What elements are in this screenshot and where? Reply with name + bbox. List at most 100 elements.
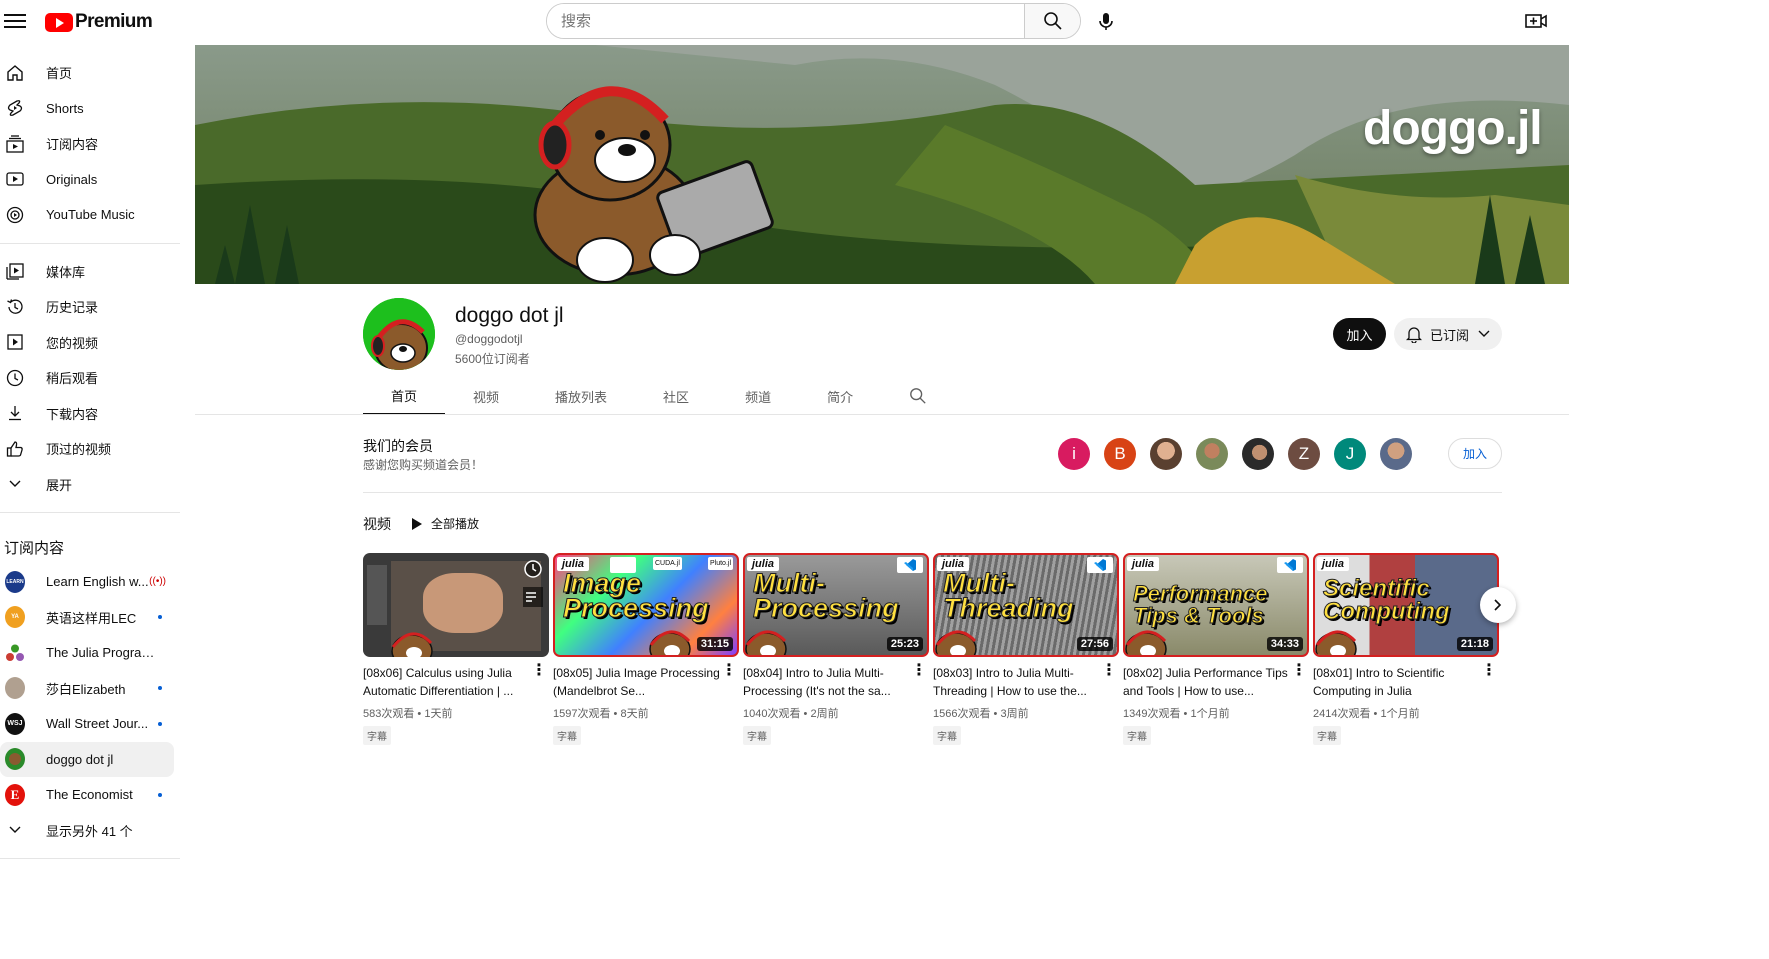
sidebar-subscription-doggo[interactable]: doggo dot jl: [0, 741, 174, 777]
video-card[interactable]: julia Multi- Threading 27:56 [08x03] Int…: [933, 553, 1119, 745]
sidebar-subscription-learn-english[interactable]: LEARN Learn English w... ((•)): [0, 564, 174, 600]
more-options-icon[interactable]: ⋮: [1101, 663, 1117, 700]
chevron-right-icon: [1494, 599, 1502, 611]
tab-channels[interactable]: 频道: [717, 377, 799, 415]
sidebar-item-label: Originals: [46, 171, 98, 187]
channel-avatar[interactable]: [363, 298, 435, 370]
sidebar-item-downloads[interactable]: 下载内容: [0, 396, 174, 432]
sidebar-item-label: 历史记录: [46, 300, 99, 316]
video-card[interactable]: julia CUDA.jl Pluto.jl Image Processing …: [553, 553, 739, 745]
upload-age: 8天前: [620, 708, 649, 720]
sidebar-item-history[interactable]: 历史记录: [0, 289, 174, 325]
shorts-icon: [5, 98, 25, 118]
more-options-icon[interactable]: ⋮: [1291, 663, 1307, 700]
video-thumbnail[interactable]: julia Scientific Computing 21:18: [1313, 553, 1499, 657]
play-all-button[interactable]: 全部播放: [411, 515, 479, 532]
sidebar-item-shorts[interactable]: Shorts: [0, 91, 174, 127]
video-title[interactable]: [08x04] Intro to Julia Multi-Processing …: [743, 664, 911, 700]
create-video-icon[interactable]: [1523, 9, 1549, 33]
add-to-queue-icon[interactable]: [523, 587, 543, 607]
originals-icon: [5, 169, 25, 189]
banner-title: doggo.jl: [1363, 102, 1543, 155]
member-avatar[interactable]: [1242, 438, 1274, 470]
video-card[interactable]: [08x06] Calculus using Julia Automatic D…: [363, 553, 549, 745]
video-title[interactable]: [08x02] Julia Performance Tips and Tools…: [1123, 664, 1291, 700]
video-duration: 21:18: [1456, 637, 1493, 651]
menu-icon[interactable]: [4, 10, 26, 30]
more-options-icon[interactable]: ⋮: [1481, 663, 1497, 700]
member-avatar[interactable]: J: [1334, 438, 1366, 470]
search-input[interactable]: [547, 4, 1024, 38]
video-title[interactable]: [08x06] Calculus using Julia Automatic D…: [363, 664, 531, 700]
sidebar-item-watch-later[interactable]: 稍后观看: [0, 360, 174, 396]
search-icon: [1043, 12, 1062, 30]
sidebar-item-label: doggo dot jl: [46, 751, 114, 767]
video-title[interactable]: [08x01] Intro to Scientific Computing in…: [1313, 664, 1481, 700]
video-title[interactable]: [08x03] Intro to Julia Multi-Threading |…: [933, 664, 1101, 700]
youtube-premium-logo[interactable]: Premium: [45, 11, 153, 33]
tab-community[interactable]: 社区: [635, 377, 717, 415]
tab-playlists[interactable]: 播放列表: [527, 377, 635, 415]
member-avatar[interactable]: B: [1104, 438, 1136, 470]
video-title[interactable]: [08x05] Julia Image Processing (Mandelbr…: [553, 664, 721, 700]
sidebar-subscription-elizabeth[interactable]: 莎白Elizabeth: [0, 671, 174, 707]
tab-search[interactable]: [881, 377, 955, 415]
members-join-button[interactable]: 加入: [1448, 438, 1502, 469]
sidebar-subscription-economist[interactable]: E The Economist: [0, 777, 174, 813]
sidebar-item-youtube-music[interactable]: YouTube Music: [0, 197, 174, 233]
members-subtitle: 感谢您购买频道会员！: [363, 458, 484, 472]
sidebar-item-liked-videos[interactable]: 顶过的视频: [0, 431, 174, 467]
doggo-mascot-icon: [649, 630, 691, 655]
member-avatar[interactable]: i: [1058, 438, 1090, 470]
microphone-icon[interactable]: [1093, 9, 1119, 33]
thumbnail-text: Multi- Threading: [943, 568, 1075, 623]
subscribed-button[interactable]: 已订阅: [1394, 318, 1502, 350]
tab-home[interactable]: 首页: [363, 377, 446, 415]
tab-about[interactable]: 简介: [799, 377, 881, 415]
subtitles-badge: 字幕: [553, 726, 581, 745]
more-options-icon[interactable]: ⋮: [721, 663, 737, 700]
video-card[interactable]: julia Performance Tips & Tools 34:33 [08…: [1123, 553, 1309, 745]
download-icon: [5, 403, 25, 423]
member-avatar[interactable]: [1196, 438, 1228, 470]
search-button[interactable]: [1024, 4, 1080, 38]
more-options-icon[interactable]: ⋮: [531, 663, 547, 700]
sidebar-subscription-julia[interactable]: The Julia Program...: [0, 635, 174, 671]
video-card[interactable]: julia Multi- Processing 25:23 [08x04] In…: [743, 553, 929, 745]
view-count: 1597次观看: [553, 708, 611, 720]
upload-age: 1个月前: [1380, 708, 1420, 720]
video-stats: 583次观看 • 1天前: [363, 708, 453, 720]
music-icon: [5, 205, 25, 225]
sidebar-item-subscriptions[interactable]: 订阅内容: [0, 126, 174, 162]
your-videos-icon: [5, 332, 25, 352]
watch-later-icon[interactable]: [523, 559, 543, 579]
sidebar-subscription-wsj[interactable]: WSJ Wall Street Jour...: [0, 706, 174, 742]
member-avatar[interactable]: [1150, 438, 1182, 470]
video-thumbnail[interactable]: julia Multi- Processing 25:23: [743, 553, 929, 657]
video-thumbnail[interactable]: [363, 553, 549, 657]
sidebar-item-your-videos[interactable]: 您的视频: [0, 325, 174, 361]
sidebar-subscription-lec[interactable]: YA 英语这样用LEC: [0, 600, 174, 636]
more-options-icon[interactable]: ⋮: [911, 663, 927, 700]
join-button[interactable]: 加入: [1333, 318, 1386, 350]
next-arrow-button[interactable]: [1480, 587, 1516, 623]
tab-videos[interactable]: 视频: [445, 377, 527, 415]
play-all-label: 全部播放: [431, 517, 480, 531]
videos-section-title[interactable]: 视频: [363, 514, 391, 534]
sidebar-show-more[interactable]: 显示另外 41 个: [0, 813, 174, 849]
new-content-dot: [158, 615, 162, 620]
video-thumbnail[interactable]: julia CUDA.jl Pluto.jl Image Processing …: [553, 553, 739, 657]
channel-name: doggo dot jl: [455, 304, 564, 327]
thumbnail-text: Image Processing: [563, 568, 710, 623]
section-divider: [363, 492, 1502, 493]
video-thumbnail[interactable]: julia Multi- Threading 27:56: [933, 553, 1119, 657]
video-thumbnail[interactable]: julia Performance Tips & Tools 34:33: [1123, 553, 1309, 657]
video-card[interactable]: julia Scientific Computing 21:18 [08x01]…: [1313, 553, 1499, 745]
sidebar-item-expand[interactable]: 展开: [0, 467, 174, 503]
sidebar-item-home[interactable]: 首页: [0, 55, 174, 91]
sidebar-item-originals[interactable]: Originals: [0, 162, 174, 198]
member-avatar[interactable]: [1380, 438, 1412, 470]
member-avatar[interactable]: Z: [1288, 438, 1320, 470]
sidebar-item-library[interactable]: 媒体库: [0, 254, 174, 290]
channel-avatar: [5, 748, 25, 771]
